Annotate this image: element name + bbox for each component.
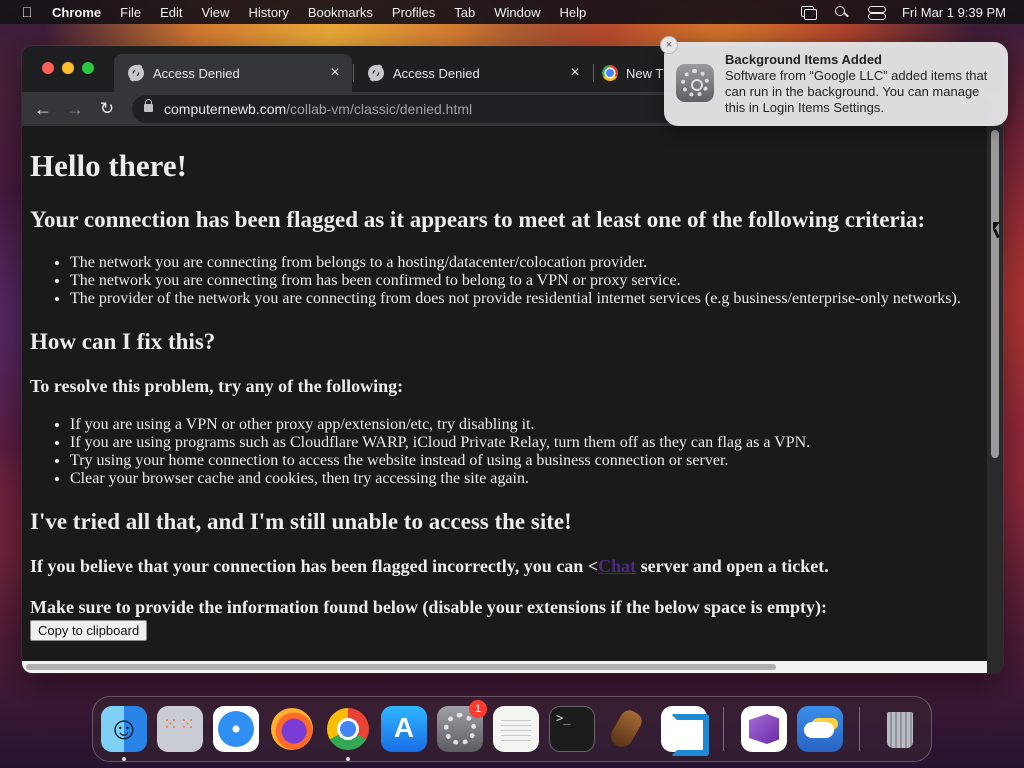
list-item: The network you are connecting from belo… — [70, 254, 961, 272]
terminal-icon[interactable] — [549, 706, 595, 752]
notification-title: Background Items Added — [725, 52, 882, 67]
window-close-button[interactable] — [42, 62, 54, 74]
chrome-icon[interactable] — [325, 706, 371, 752]
menu-app-name[interactable]: Chrome — [52, 5, 101, 20]
tab-access-denied-1[interactable]: Access Denied × — [114, 54, 352, 92]
url-text[interactable]: computernewb.com/collab-vm/classic/denie… — [164, 101, 472, 117]
vertical-scrollbar[interactable] — [987, 126, 1003, 673]
notification-close-icon[interactable]: × — [660, 36, 678, 54]
criteria-list: The network you are connecting from belo… — [70, 254, 961, 308]
window-minimize-button[interactable] — [62, 62, 74, 74]
resolve-heading: To resolve this problem, try any of the … — [30, 376, 404, 396]
notification-badge: 1 — [469, 700, 487, 718]
gear-icon — [681, 69, 709, 97]
notification-body: Software from “Google LLC” added items t… — [725, 68, 988, 115]
back-arrow-icon[interactable]: ← — [30, 96, 56, 122]
tab-close-icon[interactable]: × — [564, 64, 586, 82]
menu-clock[interactable]: Fri Mar 1 9:39 PM — [902, 5, 1006, 20]
lock-icon[interactable] — [144, 99, 153, 112]
screen-mirroring-icon[interactable] — [800, 5, 817, 20]
menu-window[interactable]: Window — [494, 5, 540, 20]
trash-icon[interactable] — [877, 706, 923, 752]
collabvm-favicon-icon — [128, 65, 144, 81]
forward-arrow-icon[interactable]: → — [62, 96, 88, 122]
tab-title: Access Denied — [393, 65, 480, 81]
vertical-scrollbar-thumb[interactable] — [991, 130, 999, 458]
horizontal-scrollbar-thumb[interactable] — [26, 664, 776, 670]
menu-edit[interactable]: Edit — [160, 5, 182, 20]
tab-close-icon[interactable]: × — [324, 64, 346, 82]
horizontal-scrollbar[interactable] — [22, 661, 987, 673]
spotlight-search-icon[interactable] — [834, 5, 850, 19]
menu-history[interactable]: History — [248, 5, 288, 20]
visual-studio-icon[interactable] — [741, 706, 787, 752]
page-viewport: Hello there! Your connection has been fl… — [22, 126, 1003, 673]
system-settings-icon — [676, 64, 714, 102]
list-item: The network you are connecting from has … — [70, 272, 961, 290]
running-indicator — [122, 757, 126, 761]
menu-file[interactable]: File — [120, 5, 141, 20]
list-item: Clear your browser cache and cookies, th… — [70, 470, 810, 488]
flagged-text: If you believe that your connection has … — [30, 556, 829, 577]
url-host: computernewb.com — [164, 101, 287, 117]
tab-divider — [593, 64, 594, 82]
firefox-icon[interactable] — [269, 706, 315, 752]
app-store-icon[interactable] — [381, 706, 427, 752]
chrome-window: Access Denied × Access Denied × New T ← … — [22, 46, 1003, 673]
window-maximize-button[interactable] — [82, 62, 94, 74]
menu-view[interactable]: View — [201, 5, 229, 20]
tried-heading: I've tried all that, and I'm still unabl… — [30, 509, 572, 534]
menu-help[interactable]: Help — [560, 5, 587, 20]
url-path: /collab-vm/classic/denied.html — [286, 101, 473, 117]
launchpad-icon[interactable] — [157, 706, 203, 752]
tab-access-denied-2[interactable]: Access Denied × — [354, 54, 592, 92]
safari-icon[interactable] — [213, 706, 259, 752]
chrome-favicon-icon — [602, 65, 618, 81]
control-center-icon[interactable] — [867, 5, 886, 20]
reload-icon[interactable]: ↻ — [94, 96, 120, 122]
flagged-text-after: server and open a ticket. — [636, 556, 829, 576]
copy-to-clipboard-button[interactable]: Copy to clipboard — [30, 620, 148, 641]
criteria-heading: Your connection has been flagged as it a… — [30, 207, 926, 232]
running-indicator — [346, 757, 350, 761]
resolve-list: If you are using a VPN or other proxy ap… — [70, 416, 810, 488]
weather-icon[interactable] — [797, 706, 843, 752]
list-item: If you are using a VPN or other proxy ap… — [70, 416, 810, 434]
page-title: Hello there! — [30, 148, 187, 183]
collabvm-favicon-icon — [368, 65, 384, 81]
finder-icon[interactable] — [101, 706, 147, 752]
dock: 1 — [92, 696, 932, 762]
menu-profiles[interactable]: Profiles — [392, 5, 435, 20]
chat-link[interactable]: Chat — [598, 556, 636, 576]
fix-heading: How can I fix this? — [30, 329, 216, 354]
vscode-icon[interactable] — [661, 706, 709, 756]
menu-bookmarks[interactable]: Bookmarks — [308, 5, 373, 20]
menu-tab[interactable]: Tab — [454, 5, 475, 20]
flagged-text-before: If you believe that your connection has … — [30, 556, 599, 576]
list-item: Try using your home connection to access… — [70, 452, 810, 470]
list-item: If you are using programs such as Cloudf… — [70, 434, 810, 452]
garageband-icon[interactable] — [605, 706, 651, 752]
menu-bar:  Chrome File Edit View History Bookmark… — [0, 0, 1024, 24]
list-item: The provider of the network you are conn… — [70, 290, 961, 308]
notification-banner[interactable]: × Background Items Added Software from “… — [660, 36, 1008, 126]
tab-title: Access Denied — [153, 65, 240, 81]
dock-divider — [723, 707, 724, 751]
textedit-icon[interactable] — [493, 706, 539, 752]
dock-divider — [859, 707, 860, 751]
apple-logo-icon[interactable]:  — [18, 4, 36, 20]
provide-info-text: Make sure to provide the information fou… — [30, 597, 828, 617]
